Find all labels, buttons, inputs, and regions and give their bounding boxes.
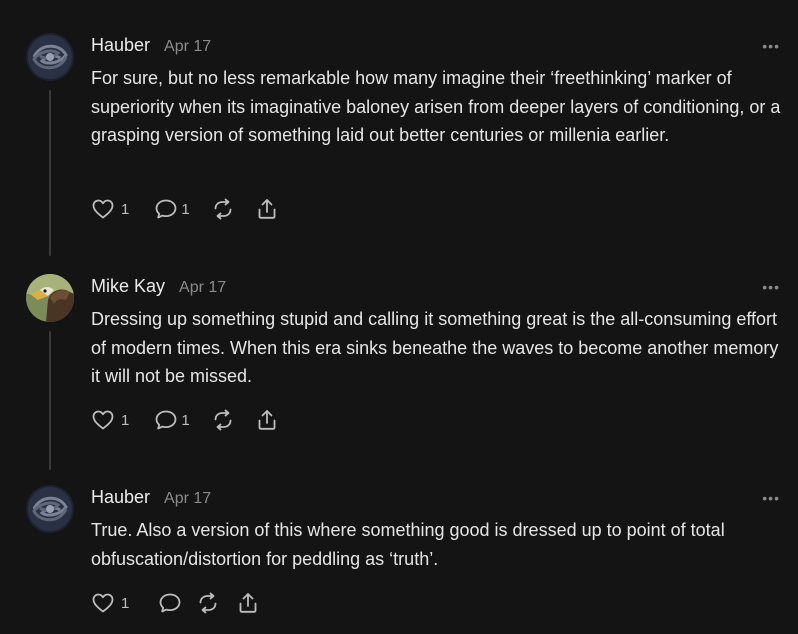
reply-button[interactable]: 1 [153, 197, 190, 221]
share-button[interactable] [256, 197, 278, 221]
comment-date[interactable]: Apr 17 [164, 38, 211, 56]
restack-icon [199, 592, 217, 614]
like-button[interactable]: 1 [91, 591, 129, 615]
restack-icon [214, 409, 232, 431]
restack-icon [214, 198, 232, 220]
avatar[interactable] [26, 485, 74, 533]
galaxy-avatar-icon [26, 33, 74, 81]
author-name[interactable]: Hauber [91, 35, 150, 56]
more-options-icon[interactable]: ••• [762, 39, 780, 53]
like-count: 1 [121, 411, 130, 429]
author-name[interactable]: Mike Kay [91, 276, 165, 297]
reply-button[interactable]: 1 [153, 408, 190, 432]
heart-icon [92, 410, 114, 430]
share-icon [258, 410, 276, 430]
reply-count: 1 [181, 200, 190, 218]
more-options-icon[interactable]: ••• [762, 280, 780, 294]
share-button[interactable] [237, 591, 259, 615]
restack-button[interactable] [210, 408, 236, 432]
comment-header: Mike Kay Apr 17 [91, 276, 226, 297]
like-count: 1 [121, 594, 130, 612]
reply-count: 1 [181, 411, 190, 429]
comment-bubble-icon [159, 593, 181, 613]
more-options-icon[interactable]: ••• [762, 491, 780, 505]
thread-line [49, 331, 51, 470]
comment-text: Dressing up something stupid and calling… [91, 309, 779, 386]
author-name[interactable]: Hauber [91, 487, 150, 508]
comment-actions: 1 [91, 590, 259, 616]
avatar[interactable] [26, 274, 74, 322]
comment-header: Hauber Apr 17 [91, 487, 211, 508]
like-button[interactable]: 1 [91, 197, 129, 221]
reply-button[interactable] [157, 591, 183, 615]
thread-line [49, 90, 51, 256]
comment-header: Hauber Apr 17 [91, 35, 211, 56]
comment-actions: 1 1 [91, 196, 278, 222]
share-icon [239, 593, 257, 613]
like-button[interactable]: 1 [91, 408, 129, 432]
comment-date[interactable]: Apr 17 [179, 279, 226, 297]
eagle-avatar-icon [26, 274, 74, 322]
share-icon [258, 199, 276, 219]
comment-bubble-icon [155, 199, 177, 219]
restack-button[interactable] [210, 197, 236, 221]
heart-icon [92, 199, 114, 219]
avatar[interactable] [26, 33, 74, 81]
comment-text: For sure, but no less remarkable how man… [91, 68, 781, 145]
comment-actions: 1 1 [91, 407, 278, 433]
like-count: 1 [121, 200, 130, 218]
comment-bubble-icon [155, 410, 177, 430]
galaxy-avatar-icon [26, 485, 74, 533]
comment-date[interactable]: Apr 17 [164, 490, 211, 508]
comment-text: True. Also a version of this where somet… [91, 520, 725, 569]
heart-icon [92, 593, 114, 613]
share-button[interactable] [256, 408, 278, 432]
restack-button[interactable] [195, 591, 221, 615]
